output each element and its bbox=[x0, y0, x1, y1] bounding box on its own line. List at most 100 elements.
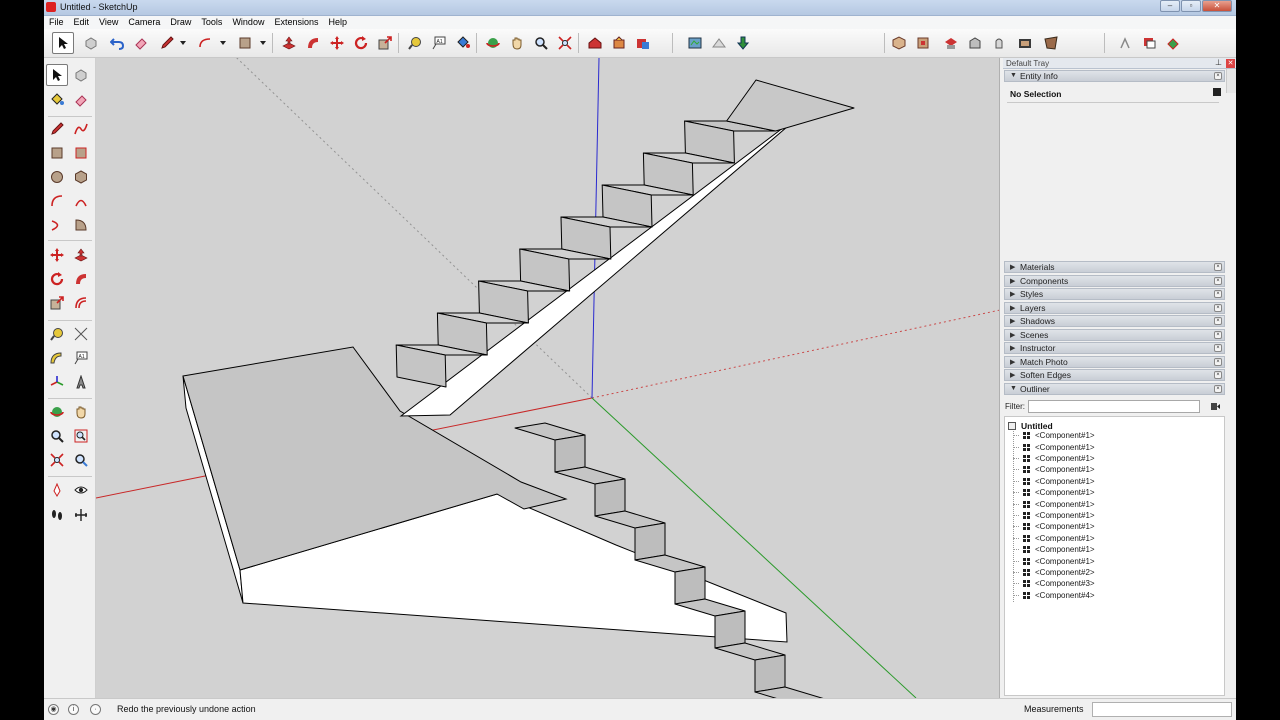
palette-rotated-rectangle-button[interactable] bbox=[70, 142, 92, 164]
menu-camera[interactable]: Camera bbox=[123, 16, 165, 29]
outliner-item[interactable]: <Component#4> bbox=[1013, 590, 1095, 601]
outliner-item[interactable]: <Component#1> bbox=[1013, 464, 1095, 475]
outliner-item[interactable]: <Component#3> bbox=[1013, 578, 1095, 589]
lower-step-riser[interactable] bbox=[674, 566, 706, 605]
toggle-details-icon[interactable] bbox=[1213, 88, 1221, 96]
credits-icon[interactable]: · bbox=[90, 704, 101, 715]
share-model-button[interactable] bbox=[608, 32, 630, 54]
geo-location-icon[interactable]: ◉ bbox=[48, 704, 59, 715]
palette-orbit-button[interactable] bbox=[46, 401, 68, 423]
outliner-item[interactable]: <Component#1> bbox=[1013, 441, 1095, 452]
palette-offset-button[interactable] bbox=[70, 292, 92, 314]
text-button[interactable]: A1 bbox=[428, 32, 450, 54]
eraser-button[interactable] bbox=[130, 32, 152, 54]
lower-step-riser[interactable] bbox=[594, 478, 626, 517]
top-view-button[interactable] bbox=[912, 32, 934, 54]
palette-circle-button[interactable] bbox=[46, 166, 68, 188]
palette-previous-view-button[interactable] bbox=[70, 449, 92, 471]
panel-close-icon[interactable]: × bbox=[1214, 72, 1222, 80]
menu-draw[interactable]: Draw bbox=[165, 16, 196, 29]
menu-view[interactable]: View bbox=[94, 16, 123, 29]
minimize-icon[interactable]: ‒ bbox=[1160, 0, 1180, 12]
palette-3dtext-button[interactable] bbox=[70, 371, 92, 393]
pencil-button[interactable] bbox=[156, 32, 178, 54]
menu-edit[interactable]: Edit bbox=[69, 16, 95, 29]
rotate-button[interactable] bbox=[350, 32, 372, 54]
paint-bucket-button[interactable] bbox=[452, 32, 474, 54]
panel-styles[interactable]: ▶ Styles × bbox=[1004, 288, 1225, 300]
panel-close-icon[interactable]: × bbox=[1214, 290, 1222, 298]
panel-close-icon[interactable]: × bbox=[1214, 303, 1222, 312]
menu-extensions[interactable]: Extensions bbox=[269, 16, 323, 29]
panel-close-icon[interactable]: × bbox=[1214, 384, 1222, 393]
arc-button[interactable] bbox=[194, 32, 216, 54]
palette-protractor-button[interactable] bbox=[46, 347, 68, 369]
outliner-item[interactable]: <Component#1> bbox=[1013, 510, 1095, 521]
bottom-view-button[interactable] bbox=[1040, 32, 1062, 54]
close-icon[interactable]: ✕ bbox=[1202, 0, 1232, 12]
filter-input[interactable] bbox=[1028, 400, 1200, 413]
palette-2pt-arc-button[interactable] bbox=[70, 190, 92, 212]
panel-entity-info[interactable]: ▼ Entity Info × bbox=[1004, 70, 1225, 82]
tray-close-icon[interactable]: ✕ bbox=[1226, 59, 1235, 68]
panel-match-photo[interactable]: ▶ Match Photo × bbox=[1004, 355, 1225, 368]
section-plane-button[interactable] bbox=[1138, 32, 1160, 54]
lower-step-riser[interactable] bbox=[754, 654, 786, 693]
chevron-down-icon[interactable] bbox=[260, 41, 266, 45]
outliner-details-icon[interactable] bbox=[1210, 401, 1221, 412]
left-view-button[interactable] bbox=[1014, 32, 1036, 54]
move-button[interactable] bbox=[326, 32, 348, 54]
zoom-button[interactable] bbox=[530, 32, 552, 54]
menu-tools[interactable]: Tools bbox=[196, 16, 227, 29]
panel-materials[interactable]: ▶ Materials × bbox=[1004, 261, 1225, 273]
model-canvas[interactable] bbox=[96, 58, 1000, 698]
pan-button[interactable] bbox=[506, 32, 528, 54]
palette-rectangle-button[interactable] bbox=[46, 142, 68, 164]
panel-close-icon[interactable]: × bbox=[1214, 371, 1222, 379]
panel-close-icon[interactable]: × bbox=[1214, 276, 1222, 285]
palette-scale-button[interactable] bbox=[46, 292, 68, 314]
palette-arc-button[interactable] bbox=[46, 190, 68, 212]
outliner-item[interactable]: <Component#1> bbox=[1013, 555, 1095, 566]
panel-close-icon[interactable]: × bbox=[1214, 344, 1222, 352]
palette-line-button[interactable] bbox=[46, 118, 68, 140]
warehouse-button[interactable] bbox=[584, 32, 606, 54]
chevron-down-icon[interactable] bbox=[180, 41, 186, 45]
panel-close-icon[interactable]: × bbox=[1214, 357, 1222, 366]
panel-close-icon[interactable]: × bbox=[1214, 263, 1222, 271]
palette-polygon-button[interactable] bbox=[70, 166, 92, 188]
photo-textures-button[interactable] bbox=[732, 32, 754, 54]
menu-file[interactable]: File bbox=[44, 16, 69, 29]
lower-step-riser[interactable] bbox=[714, 610, 746, 649]
add-location-button[interactable] bbox=[684, 32, 706, 54]
iso-view-button[interactable] bbox=[888, 32, 910, 54]
panel-scenes[interactable]: ▶ Scenes × bbox=[1004, 328, 1225, 341]
outliner-item[interactable]: <Component#1> bbox=[1013, 498, 1095, 509]
palette-paint-button[interactable] bbox=[46, 89, 68, 111]
measurements-input[interactable] bbox=[1092, 702, 1232, 717]
outliner-item[interactable]: <Component#1> bbox=[1013, 521, 1095, 532]
select-tool-button[interactable] bbox=[52, 32, 74, 54]
panel-soften-edges[interactable]: ▶ Soften Edges × bbox=[1004, 369, 1225, 381]
walk-button[interactable] bbox=[1114, 32, 1136, 54]
palette-walk-button[interactable] bbox=[46, 504, 68, 526]
panel-components[interactable]: ▶ Components × bbox=[1004, 274, 1225, 287]
zoom-extents-button[interactable] bbox=[554, 32, 576, 54]
pin-icon[interactable]: ⊥ bbox=[1215, 58, 1222, 67]
palette-pie-button[interactable] bbox=[70, 214, 92, 236]
outliner-item[interactable]: <Component#2> bbox=[1013, 567, 1095, 578]
menu-window[interactable]: Window bbox=[227, 16, 269, 29]
tray-scrollbar[interactable] bbox=[1226, 69, 1236, 93]
outliner-item[interactable]: <Component#1> bbox=[1013, 430, 1095, 441]
palette-text-button[interactable]: A1 bbox=[70, 347, 92, 369]
outliner-item[interactable]: <Component#1> bbox=[1013, 533, 1095, 544]
panel-close-icon[interactable]: × bbox=[1214, 330, 1222, 339]
extension-warehouse-button[interactable] bbox=[632, 32, 654, 54]
outliner-item[interactable]: <Component#1> bbox=[1013, 476, 1095, 487]
palette-axes-button[interactable] bbox=[46, 371, 68, 393]
outliner-item[interactable]: <Component#1> bbox=[1013, 487, 1095, 498]
palette-followme-button[interactable] bbox=[70, 268, 92, 290]
lower-step-riser[interactable] bbox=[634, 522, 666, 561]
palette-pan-button[interactable] bbox=[70, 401, 92, 423]
menu-help[interactable]: Help bbox=[323, 16, 352, 29]
